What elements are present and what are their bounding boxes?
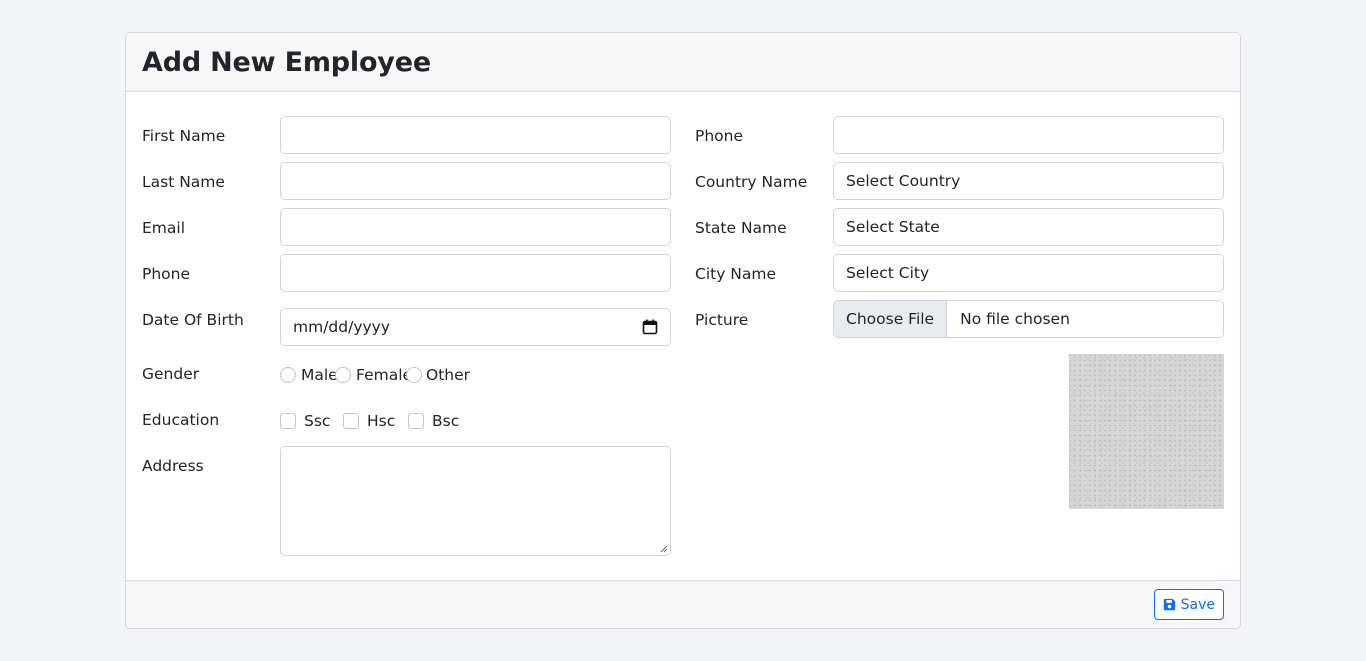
first-name-field[interactable] — [280, 116, 671, 154]
picture-preview — [1069, 354, 1224, 509]
picture-file-input[interactable]: Choose File No file chosen — [833, 300, 1224, 338]
education-label: Education — [142, 411, 220, 429]
gender-male-radio[interactable] — [280, 367, 296, 383]
education-ssc-label: Ssc — [304, 412, 331, 430]
phone-label: Phone — [142, 265, 191, 283]
email-field[interactable] — [280, 208, 671, 246]
page-title: Add New Employee — [142, 46, 431, 78]
city-label: City Name — [695, 265, 777, 283]
state-label: State Name — [695, 219, 787, 237]
calendar-icon[interactable] — [642, 319, 658, 335]
education-ssc-checkbox[interactable] — [280, 413, 296, 429]
education-hsc-checkbox[interactable] — [343, 413, 359, 429]
state-select[interactable]: Select State — [833, 208, 1224, 246]
first-name-label: First Name — [142, 127, 226, 145]
gender-male-label: Male — [301, 366, 338, 384]
gender-label: Gender — [142, 365, 200, 383]
right-phone-label: Phone — [695, 127, 744, 145]
gender-other-label: Other — [426, 366, 471, 384]
gender-female-label: Female — [356, 366, 413, 384]
right-phone-field[interactable] — [833, 116, 1224, 154]
country-select[interactable]: Select Country — [833, 162, 1224, 200]
city-selected: Select City — [846, 264, 930, 282]
phone-field[interactable] — [280, 254, 671, 292]
gender-other-radio[interactable] — [406, 367, 422, 383]
email-label: Email — [142, 219, 186, 237]
city-select[interactable]: Select City — [833, 254, 1224, 292]
card-footer: Save — [126, 580, 1240, 628]
address-label: Address — [142, 457, 204, 475]
address-textarea[interactable] — [280, 446, 671, 556]
choose-file-button[interactable]: Choose File — [834, 301, 948, 337]
last-name-field[interactable] — [280, 162, 671, 200]
dob-placeholder: mm/dd/yyyy — [293, 318, 391, 336]
country-label: Country Name — [695, 173, 808, 191]
state-selected: Select State — [846, 218, 940, 236]
education-bsc-label: Bsc — [432, 412, 460, 430]
gender-female-radio[interactable] — [335, 367, 351, 383]
dob-field[interactable]: mm/dd/yyyy — [280, 308, 671, 346]
education-hsc-label: Hsc — [367, 412, 396, 430]
education-bsc-checkbox[interactable] — [408, 413, 424, 429]
last-name-label: Last Name — [142, 173, 225, 191]
country-selected: Select Country — [846, 172, 961, 190]
card-header: Add New Employee — [126, 33, 1240, 92]
picture-label: Picture — [695, 311, 749, 329]
save-button[interactable]: Save — [1153, 589, 1224, 620]
floppy-disk-icon — [1163, 598, 1175, 611]
file-status: No file chosen — [960, 310, 1070, 328]
dob-label: Date Of Birth — [142, 311, 244, 329]
resize-grip-icon[interactable] — [660, 545, 668, 553]
employee-form-card: Add New Employee First Name Last Name Em… — [125, 32, 1241, 629]
save-button-label: Save — [1180, 596, 1215, 613]
